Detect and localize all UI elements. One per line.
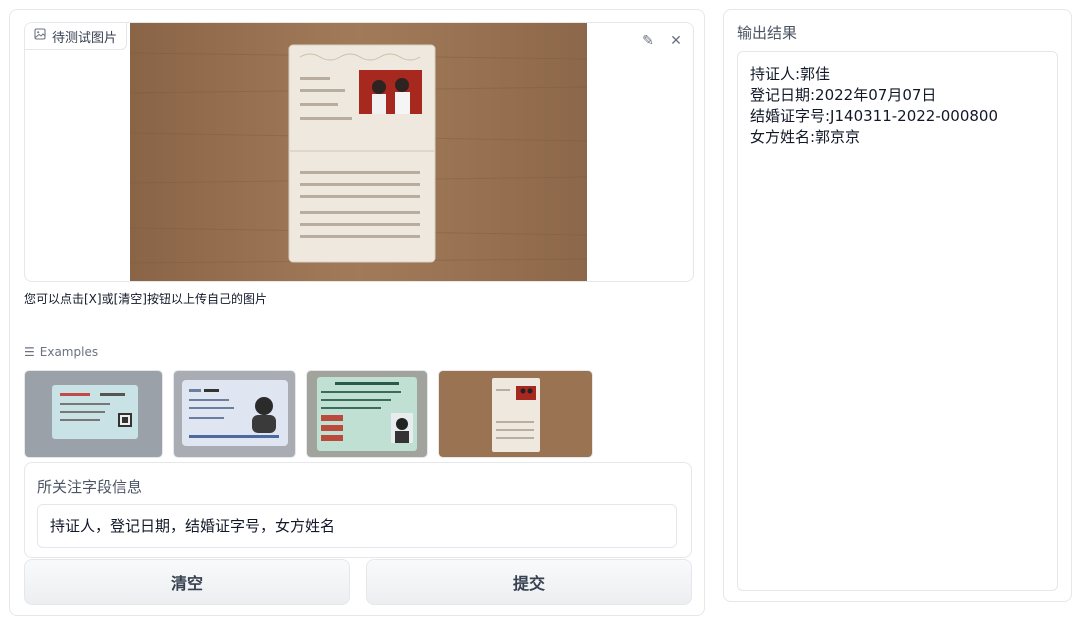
example-train-ticket[interactable]	[24, 370, 163, 458]
output-line: 持证人:郭佳	[750, 65, 831, 83]
examples-title: Examples	[39, 345, 99, 359]
output-line: 结婚证字号:J140311-2022-000800	[750, 107, 998, 125]
output-line: 登记日期:2022年07月07日	[750, 86, 937, 104]
submit-button[interactable]: 提交	[366, 559, 692, 605]
image-label: 待测试图片	[25, 23, 128, 50]
field-info-label: 所关注字段信息	[37, 478, 143, 496]
example-driver-license[interactable]	[306, 370, 428, 458]
output-line: 女方姓名:郭京京	[750, 128, 861, 146]
image-upload-box[interactable]: 待测试图片 ✎ ✕	[24, 22, 694, 282]
field-info-box: 所关注字段信息 持证人，登记日期，结婚证字号，女方姓名	[24, 462, 692, 558]
examples-gallery	[24, 370, 593, 458]
list-icon: ☰	[24, 345, 35, 359]
clear-button[interactable]: 清空	[24, 559, 350, 605]
examples-header: ☰ Examples	[24, 345, 98, 359]
upload-hint: 您可以点击[X]或[清空]按钮以上传自己的图片	[24, 292, 267, 306]
output-label: 输出结果	[737, 24, 798, 42]
example-id-card[interactable]	[173, 370, 296, 458]
output-panel: 输出结果 持证人:郭佳 登记日期:2022年07月07日 结婚证字号:J1403…	[723, 9, 1072, 602]
input-panel: 待测试图片 ✎ ✕ 您可以点击[X]或[清空]按钮以上传自己的图片 ☰ Exam…	[9, 9, 705, 616]
example-marriage-certificate[interactable]	[438, 370, 593, 458]
close-icon[interactable]: ✕	[667, 31, 685, 51]
image-icon	[34, 28, 46, 44]
output-textbox[interactable]: 持证人:郭佳 登记日期:2022年07月07日 结婚证字号:J140311-20…	[737, 51, 1058, 591]
pencil-icon[interactable]: ✎	[639, 31, 657, 51]
field-info-input[interactable]: 持证人，登记日期，结婚证字号，女方姓名	[37, 504, 677, 548]
image-label-text: 待测试图片	[52, 30, 118, 46]
certificate-photo	[130, 23, 587, 281]
